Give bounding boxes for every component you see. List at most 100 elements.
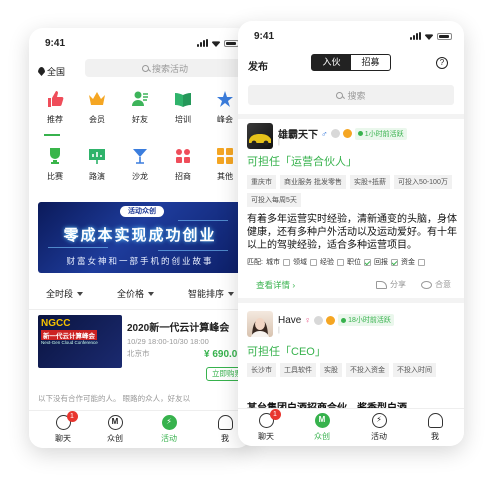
role-text: 可担任「CEO」 — [247, 346, 326, 358]
crown-icon — [88, 90, 106, 108]
event-title: 2020新一代云计算峰会 — [127, 323, 230, 334]
category-summit[interactable]: 峰会 — [210, 90, 240, 125]
view-details-link[interactable]: 查看详情 › — [256, 279, 295, 291]
banner-subline: 财富女神和一部手机的创业故事 — [66, 256, 214, 266]
online-badge: 1小时前活跃 — [354, 127, 407, 140]
category-friend[interactable]: 好友 — [125, 90, 155, 125]
m-logo-icon: M — [314, 413, 330, 428]
online-badge: 18小时前活跃 — [338, 314, 394, 326]
avatar — [247, 311, 273, 337]
chevron-down-icon — [148, 291, 154, 296]
category-contest[interactable]: 比赛 — [40, 147, 70, 182]
checkbox-icon — [282, 258, 290, 266]
status-bar: 9:41 — [238, 21, 464, 51]
lightning-icon: ⚡ — [371, 413, 387, 428]
category-other[interactable]: 其他 — [210, 147, 240, 182]
category-invest[interactable]: 招商 — [168, 147, 198, 182]
event-city: 北京市 — [127, 349, 150, 358]
unread-badge: 1 — [66, 411, 78, 422]
wifi-icon — [424, 34, 434, 40]
thumbs-up-icon — [46, 90, 64, 108]
checkbox-checked-icon — [363, 258, 371, 266]
promo-banner[interactable]: 活动众创 零成本实现成功创业 财富女神和一部手机的创业故事 — [38, 202, 242, 273]
presentation-icon — [88, 147, 106, 165]
vip-icon — [342, 129, 352, 138]
tag-list: 重庆市 商业服务 批发零售 实股+抵薪 可投入50-100万 可投入每周5天 — [247, 175, 452, 207]
share-button[interactable]: 分享 — [376, 279, 406, 290]
filter-sort[interactable]: 智能排序 — [188, 287, 234, 300]
wifi-icon — [211, 41, 221, 47]
tab-chat[interactable]: 1 聊天 — [246, 409, 286, 442]
event-price: ¥ 690.0 — [204, 349, 238, 360]
level-icon — [330, 129, 340, 138]
user-name: Have — [278, 314, 302, 326]
filter-time[interactable]: 全时段 — [46, 287, 83, 300]
status-time: 9:41 — [45, 38, 66, 49]
lightning-icon: ⚡ — [161, 415, 177, 430]
active-category-indicator — [44, 134, 60, 136]
book-icon — [174, 90, 192, 108]
filter-price[interactable]: 全价格 — [117, 287, 154, 300]
tab-chat[interactable]: 1 聊天 — [43, 411, 83, 444]
star-icon — [216, 90, 234, 108]
search-icon — [141, 64, 149, 72]
tab-recruit[interactable]: 招募 — [351, 55, 390, 70]
chat-icon: 1 — [55, 411, 78, 430]
chevron-down-icon — [228, 291, 234, 296]
location-label: 全国 — [47, 67, 66, 77]
avatar — [247, 123, 273, 149]
location-pin-icon — [38, 67, 45, 76]
tab-zhongchuang[interactable]: M 众创 — [95, 415, 135, 444]
tab-bar: 1 聊天 M 众创 ⚡ 活动 我 — [238, 408, 464, 446]
help-icon[interactable]: ? — [436, 57, 448, 69]
match-row: 匹配: 城市 领域 经验 职位 回报 资金 — [247, 257, 425, 267]
divider — [238, 114, 464, 119]
tab-activity[interactable]: ⚡ 活动 — [359, 413, 399, 442]
agree-button[interactable]: 合意 — [421, 279, 451, 290]
category-recommend[interactable]: 推荐 — [40, 90, 70, 125]
friend-icon — [131, 90, 149, 108]
divider — [238, 298, 464, 303]
trophy-icon — [46, 147, 64, 165]
tab-me[interactable]: 我 — [415, 413, 455, 442]
chat-icon: 1 — [258, 409, 281, 428]
cocktail-icon — [131, 147, 149, 165]
partner-card[interactable]: Have ♀ 18小时前活跃 | 可担任「CEO」 长沙市 工具软件 实股 不投… — [238, 311, 464, 414]
location-selector[interactable]: 全国 — [38, 65, 65, 78]
category-training[interactable]: 培训 — [168, 90, 198, 125]
partner-card[interactable]: 雄霸天下 ♂ 1小时前活跃 | 可担任「运营合伙人」 重庆市 商业服务 批发零售… — [238, 123, 464, 293]
male-icon: ♂ — [321, 128, 328, 139]
phone-partners: 9:41 发布 入伙 招募 ? 搜索 雄霸天下 ♂ 1小时前活跃 | 可担任「运… — [238, 21, 464, 446]
m-logo-icon: M — [107, 415, 123, 430]
filter-bar: 全时段 全价格 智能排序 — [29, 278, 251, 310]
tab-join[interactable]: 入伙 — [312, 55, 351, 70]
description: 有着多年运营实时经验，清新通变的头脑，身体健康，还有多种户外活动以及运动爱好。有… — [247, 214, 457, 251]
tag-list: 长沙市 工具软件 实股 不投入资金 不投入时间 — [247, 363, 452, 377]
event-date: 10/29 18:00-10/30 18:00 — [127, 337, 209, 346]
battery-icon — [437, 33, 452, 40]
group-icon — [174, 147, 192, 165]
publish-button[interactable]: 发布 — [248, 58, 268, 73]
tab-zhongchuang[interactable]: M 众创 — [302, 413, 342, 442]
role-text: 可担任「运营合伙人」 — [247, 156, 357, 168]
category-member[interactable]: 会员 — [82, 90, 112, 125]
signal-icon — [197, 39, 208, 47]
grid-icon — [216, 147, 234, 165]
checkbox-icon — [336, 258, 344, 266]
search-input[interactable]: 搜索活动 — [85, 59, 245, 77]
tab-activity[interactable]: ⚡ 活动 — [149, 415, 189, 444]
checkbox-icon — [417, 258, 425, 266]
category-salon[interactable]: 沙龙 — [125, 147, 155, 182]
search-input[interactable]: 搜索 — [248, 85, 454, 105]
event-card[interactable]: NGCC 新一代云计算峰会 Next-Gen Cloud Conference … — [38, 315, 248, 381]
segment-control: 入伙 招募 — [311, 54, 391, 71]
signal-icon — [410, 32, 421, 40]
banner-tag: 活动众创 — [120, 206, 164, 217]
status-bar: 9:41 — [29, 28, 251, 58]
search-icon — [336, 91, 344, 99]
user-icon — [217, 415, 233, 430]
level-icon — [314, 315, 324, 325]
category-roadshow[interactable]: 路演 — [82, 147, 112, 182]
battery-icon — [224, 40, 239, 47]
event-poster: NGCC 新一代云计算峰会 Next-Gen Cloud Conference — [38, 315, 122, 368]
